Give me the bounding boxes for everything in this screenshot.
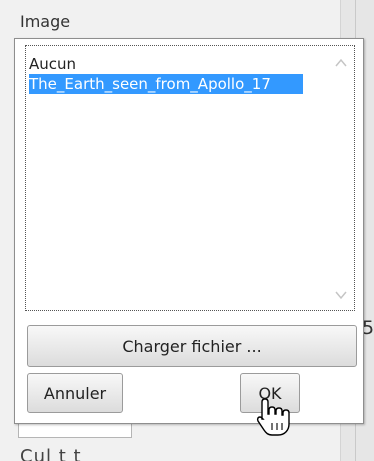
image-picker-popup: Aucun The_Earth_seen_from_Apollo_17 Char… <box>14 38 364 424</box>
hand-pointer-icon <box>256 397 290 437</box>
upload-file-button[interactable]: Charger fichier ... <box>27 325 357 367</box>
chevron-down-icon[interactable] <box>334 288 348 302</box>
cancel-button[interactable]: Annuler <box>27 373 123 413</box>
background-bottom-text: Cul t t <box>20 446 82 461</box>
list-item[interactable]: Aucun <box>29 54 309 74</box>
image-section-label: Image <box>20 12 71 31</box>
image-listbox[interactable]: Aucun The_Earth_seen_from_Apollo_17 <box>25 45 355 311</box>
chevron-up-icon[interactable] <box>334 56 348 70</box>
stage: 5 Image Cul t t Aucun The_Earth_seen_fro… <box>0 0 374 461</box>
list-item-selected[interactable]: The_Earth_seen_from_Apollo_17 <box>29 74 303 94</box>
